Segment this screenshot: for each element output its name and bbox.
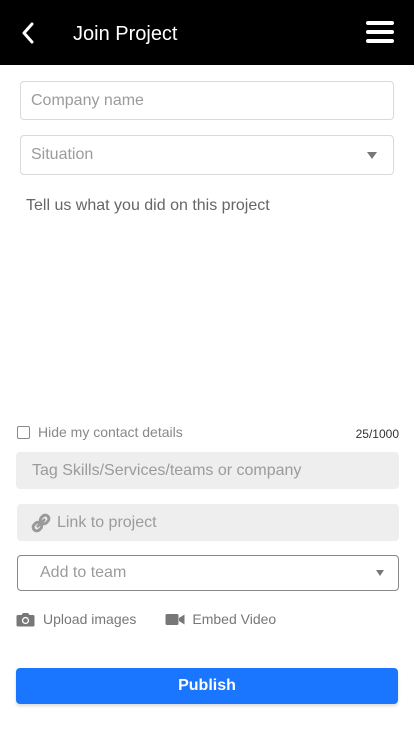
hide-contact-toggle[interactable]: Hide my contact details — [17, 424, 183, 440]
camera-icon — [16, 611, 36, 627]
publish-button[interactable]: Publish — [16, 668, 398, 704]
situation-placeholder: Situation — [31, 146, 94, 163]
chevron-left-icon — [22, 22, 34, 44]
chevron-down-icon — [367, 151, 377, 159]
upload-images-label: Upload images — [43, 611, 137, 627]
hamburger-menu-icon[interactable] — [366, 21, 396, 47]
back-button[interactable] — [14, 18, 42, 48]
page-title: Join Project — [73, 23, 178, 45]
add-to-team-select[interactable]: Add to team — [17, 555, 399, 591]
company-name-input[interactable] — [21, 82, 393, 119]
embed-video-button[interactable]: Embed Video — [165, 611, 276, 627]
team-placeholder: Add to team — [40, 564, 127, 581]
link-input[interactable] — [56, 513, 387, 532]
media-actions: Upload images Embed Video — [16, 609, 276, 629]
app-header: Join Project — [0, 0, 414, 65]
embed-video-label: Embed Video — [192, 611, 277, 627]
description-textarea[interactable] — [20, 193, 394, 403]
hide-contact-label: Hide my contact details — [38, 424, 183, 440]
hide-contact-checkbox[interactable] — [17, 425, 30, 439]
company-name-field[interactable] — [20, 81, 394, 120]
situation-select[interactable]: Situation — [20, 135, 394, 175]
character-counter: 25/1000 — [355, 427, 399, 441]
tag-field[interactable] — [16, 452, 399, 489]
link-field[interactable] — [17, 504, 399, 541]
upload-images-button[interactable]: Upload images — [16, 611, 136, 627]
tag-input[interactable] — [32, 461, 383, 480]
chevron-down-icon — [376, 570, 384, 576]
link-icon — [29, 511, 53, 535]
video-camera-icon — [165, 611, 185, 627]
